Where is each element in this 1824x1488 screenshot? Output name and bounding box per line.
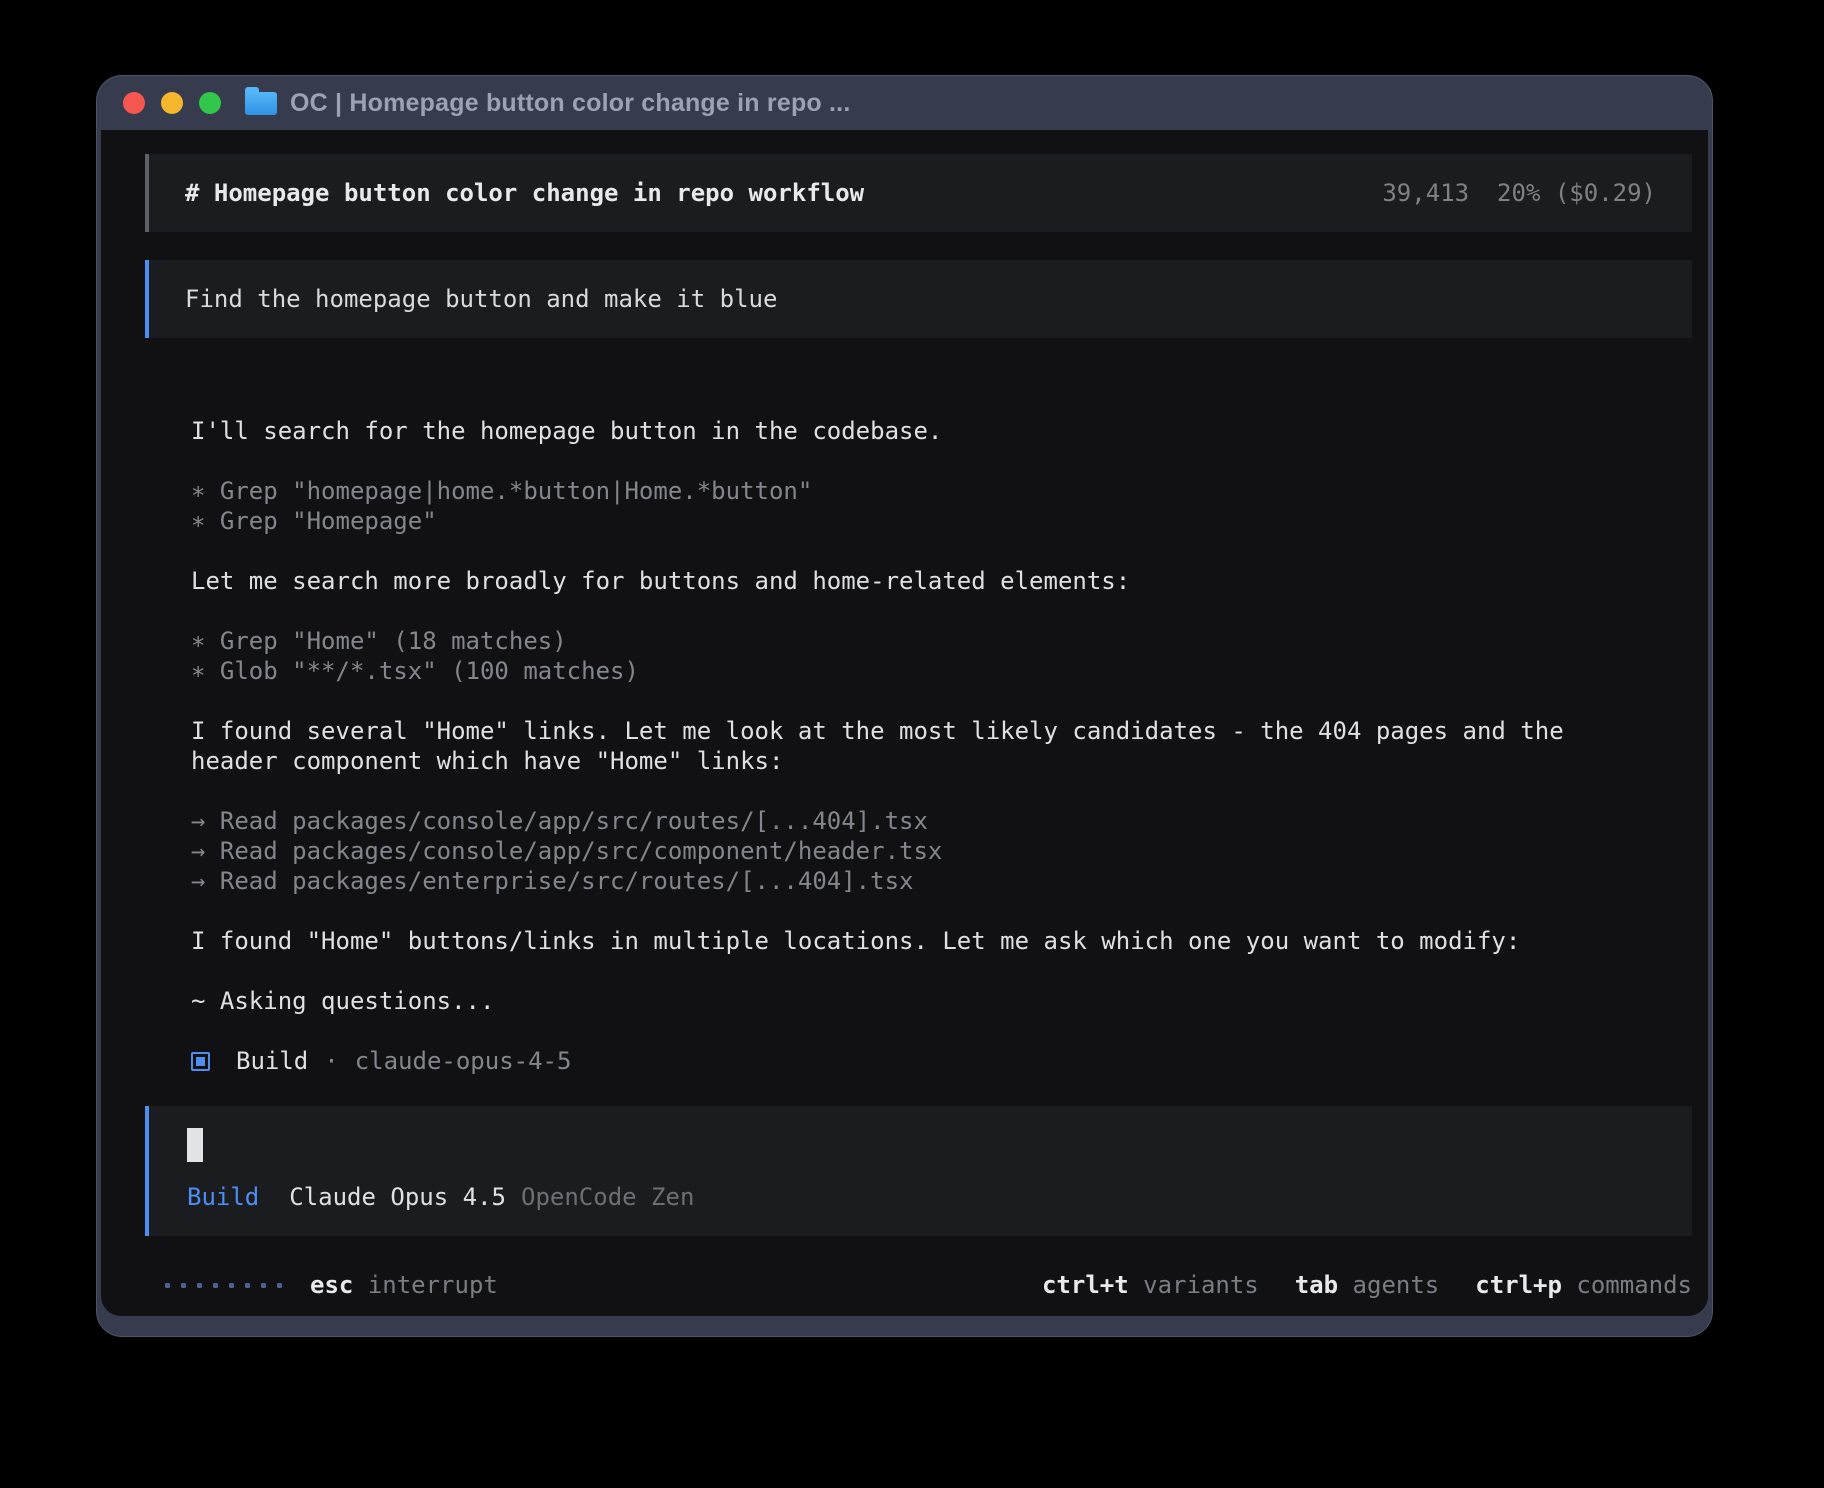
tool-call-grep: ∗ Grep "homepage|home.*button|Home.*butt… [191, 476, 1692, 506]
folder-icon [245, 92, 277, 115]
terminal-content: # Homepage button color change in repo w… [101, 130, 1708, 1316]
hint-agents: tab agents [1295, 1270, 1440, 1300]
spinner-dot [213, 1283, 218, 1288]
terminal-window: OC | Homepage button color change in rep… [96, 75, 1713, 1337]
tool-call-read: → Read packages/enterprise/src/routes/[.… [191, 866, 1692, 896]
close-button[interactable] [123, 92, 145, 114]
token-count: 39,413 [1382, 179, 1469, 207]
spinner-dot [277, 1283, 282, 1288]
spinner-dot [197, 1283, 202, 1288]
hint-label: commands [1576, 1271, 1692, 1299]
agent-mode-label: Build [187, 1182, 259, 1212]
hint-label: variants [1143, 1271, 1259, 1299]
session-title: # Homepage button color change in repo w… [185, 178, 864, 208]
hint-label [1338, 1271, 1352, 1299]
hint-label [353, 1271, 367, 1299]
progress-spinner-icon [165, 1283, 282, 1288]
desktop: OC | Homepage button color change in rep… [0, 0, 1824, 1488]
hint-key: ctrl+p [1475, 1271, 1562, 1299]
hint-label [1129, 1271, 1143, 1299]
status-text: ~ Asking questions... [191, 986, 1692, 1016]
assistant-transcript: I'll search for the homepage button in t… [145, 416, 1692, 1076]
model-row: Build Claude Opus 4.5 OpenCode Zen [187, 1182, 1656, 1212]
assistant-text: header component which have "Home" links… [191, 746, 1692, 776]
session-header: # Homepage button color change in repo w… [145, 154, 1692, 232]
tool-call-read: → Read packages/console/app/src/componen… [191, 836, 1692, 866]
window-title: OC | Homepage button color change in rep… [290, 89, 850, 118]
context-cost: 20% ($0.29) [1497, 179, 1656, 207]
tool-call-glob: ∗ Glob "**/*.tsx" (100 matches) [191, 656, 1692, 686]
separator-dot-icon: · [324, 1046, 338, 1076]
spinner-dot [181, 1283, 186, 1288]
hint-variants: ctrl+t variants [1042, 1270, 1259, 1300]
hint-key: tab [1295, 1271, 1338, 1299]
assistant-text: I found "Home" buttons/links in multiple… [191, 926, 1692, 956]
window-titlebar[interactable]: OC | Homepage button color change in rep… [97, 76, 1712, 130]
user-message-text: Find the homepage button and make it blu… [185, 285, 777, 313]
agent-build-icon-dot [196, 1057, 205, 1066]
hint-commands: ctrl+p commands [1475, 1270, 1692, 1300]
hint-key: ctrl+t [1042, 1271, 1129, 1299]
tool-call-grep: ∗ Grep "Homepage" [191, 506, 1692, 536]
spinner-dot [165, 1283, 170, 1288]
assistant-text: I found several "Home" links. Let me loo… [191, 716, 1692, 746]
model-provider: OpenCode Zen [521, 1182, 694, 1212]
zoom-button[interactable] [199, 92, 221, 114]
assistant-text: Let me search more broadly for buttons a… [191, 566, 1692, 596]
tool-call-grep: ∗ Grep "Home" (18 matches) [191, 626, 1692, 656]
user-message: Find the homepage button and make it blu… [145, 260, 1692, 338]
spinner-dot [229, 1283, 234, 1288]
model-name: Claude Opus 4.5 [289, 1182, 506, 1212]
session-stats: 39,413 20% ($0.29) [1382, 178, 1656, 208]
hint-key: esc [310, 1271, 353, 1299]
agent-name: Build [236, 1046, 308, 1076]
spinner-dot [245, 1283, 250, 1288]
hint-label: agents [1353, 1271, 1440, 1299]
hint-interrupt: esc interrupt [310, 1270, 498, 1300]
text-cursor [187, 1128, 203, 1162]
status-bar: esc interrupt ctrl+t variants tab agents… [145, 1270, 1692, 1300]
agent-model: claude-opus-4-5 [355, 1046, 572, 1076]
hint-label [1562, 1271, 1576, 1299]
agent-status-row: Build · claude-opus-4-5 [191, 1046, 1692, 1076]
prompt-input[interactable]: Build Claude Opus 4.5 OpenCode Zen [145, 1106, 1692, 1236]
traffic-lights [123, 92, 221, 114]
spinner-dot [261, 1283, 266, 1288]
assistant-text: I'll search for the homepage button in t… [191, 416, 1692, 446]
agent-build-icon [191, 1052, 210, 1071]
tool-call-read: → Read packages/console/app/src/routes/[… [191, 806, 1692, 836]
minimize-button[interactable] [161, 92, 183, 114]
hint-label: interrupt [368, 1271, 498, 1299]
